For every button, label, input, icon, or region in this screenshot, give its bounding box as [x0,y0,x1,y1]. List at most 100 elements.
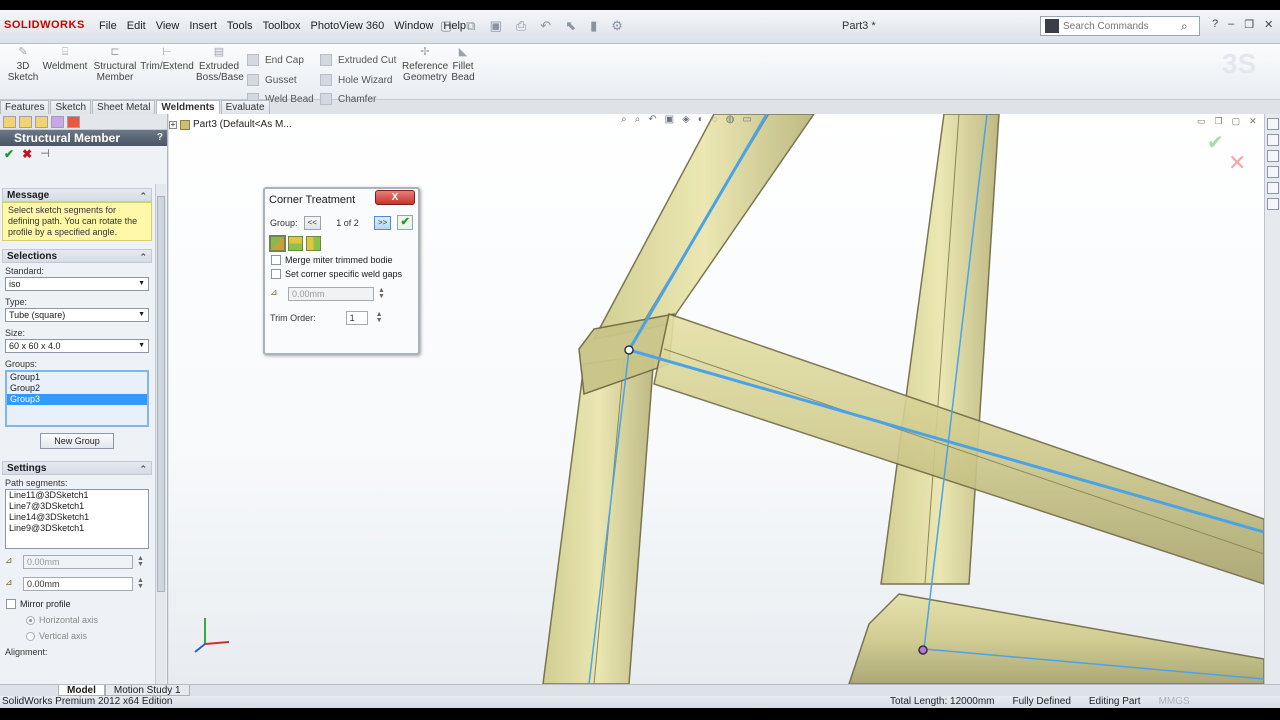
weld-gaps-checkbox[interactable] [271,269,281,279]
display-manager-icon[interactable] [67,116,80,128]
list-item[interactable]: Line14@3DSketch1 [6,512,148,523]
confirmation-ok-icon[interactable]: ✔ [1207,130,1224,155]
selections-group-title[interactable]: Selections ⌃ [2,249,152,263]
scrollbar-thumb[interactable] [157,196,165,592]
scene-icon[interactable]: ▭ [743,114,752,125]
collapse-icon[interactable]: ⌃ [139,462,147,476]
rebuild-icon[interactable]: ▮ [590,18,597,34]
display-style-icon[interactable]: ◐ [698,114,704,125]
undo-icon[interactable]: ↶ [540,18,551,34]
units-label[interactable]: MMGS [1159,696,1190,708]
corner-gap-input[interactable]: 0.00mm [288,287,374,301]
close-icon[interactable]: ✕ [1264,18,1273,31]
property-manager-scrollbar[interactable] [155,184,166,684]
feature-manager-icon[interactable] [3,116,16,128]
weldment-button[interactable]: ⌸ Weldment [42,47,88,73]
menu-window[interactable]: Window [389,20,438,32]
settings-group-title[interactable]: Settings ⌃ [2,461,152,475]
menu-toolbox[interactable]: Toolbox [258,20,306,32]
tab-features[interactable]: Features [0,100,50,114]
custom-properties-icon[interactable] [1267,198,1279,210]
sketch-point[interactable] [918,645,928,655]
configuration-manager-icon[interactable] [35,116,48,128]
section-view-icon[interactable]: ▣ [665,114,674,125]
list-item[interactable]: Group2 [7,383,147,394]
structural-member-button[interactable]: ⊏ Structural Member [92,47,138,84]
appearances-icon[interactable] [1267,182,1279,194]
mirror-profile-row[interactable]: Mirror profile [0,591,154,609]
merge-miter-row[interactable]: Merge miter trimmed bodie [265,255,418,265]
tab-evaluate[interactable]: Evaluate [220,100,270,114]
apply-check-icon[interactable]: ✔ [397,215,413,230]
search-input[interactable] [1063,20,1181,32]
tab-sketch[interactable]: Sketch [50,100,92,114]
tube-member[interactable] [592,114,815,341]
mirror-profile-checkbox[interactable] [6,599,16,609]
view-palette-icon[interactable] [1267,166,1279,178]
standard-select[interactable]: iso ▼ [5,277,149,291]
help-icon[interactable]: ? [157,130,163,146]
cancel-x-icon[interactable]: ✖ [22,147,32,161]
list-item[interactable]: Line11@3DSketch1 [6,490,148,501]
spin-arrows-icon[interactable]: ▲ ▼ [378,287,385,300]
options-icon[interactable]: ⚙ [611,18,623,34]
feature-tree-flyout[interactable]: + Part3 (Default<As M... [169,119,292,130]
extruded-cut-button[interactable]: Extruded Cut [320,54,396,66]
graphics-area[interactable]: + Part3 (Default<As M... ⌕ ⌕ ↶ ▣ ◈ ◐ ◌ ◍… [169,114,1264,684]
end-butt2-icon[interactable] [306,236,321,251]
trim-extend-button[interactable]: ⊢ Trim/Extend [140,47,194,73]
dialog-close-button[interactable]: X [375,190,415,205]
maximize-icon[interactable]: ▢ [1232,116,1241,127]
restore-icon[interactable]: ❐ [1244,18,1254,31]
extruded-boss-button[interactable]: ▤ Extruded Boss/Base [196,47,244,84]
menu-insert[interactable]: Insert [184,20,222,32]
restore-icon[interactable]: ❐ [1215,116,1223,127]
print-icon[interactable]: ⎙ [516,18,526,34]
save-icon[interactable]: ▣ [490,18,502,34]
list-item[interactable]: Group3 [7,394,147,405]
new-icon[interactable]: ▢ [440,18,452,34]
tube-member[interactable] [848,593,1264,684]
sketch3d-button[interactable]: ✎ 3D Sketch [6,47,40,84]
help-dropdown-icon[interactable]: ? [1212,18,1218,31]
appearance-icon[interactable]: ◍ [726,114,735,125]
end-miter-icon[interactable] [269,235,286,252]
tab-sheet-metal[interactable]: Sheet Metal [92,100,156,114]
menu-view[interactable]: View [151,20,185,32]
next-group-button[interactable]: >> [373,215,392,230]
zoom-area-icon[interactable]: ⌕ [635,114,641,125]
ok-check-icon[interactable]: ✔ [4,147,14,161]
weld-gaps-row[interactable]: Set corner specific weld gaps [265,265,418,279]
type-select[interactable]: Tube (square) ▼ [5,308,149,322]
gap-input-1[interactable]: 0.00mm [23,555,133,569]
list-item[interactable]: Line7@3DSketch1 [6,501,148,512]
spin-arrows-icon[interactable]: ▲ ▼ [137,555,144,568]
previous-view-icon[interactable]: ↶ [648,114,656,125]
spin-arrows-icon[interactable]: ▲ ▼ [137,577,144,590]
zoom-to-fit-icon[interactable]: ⌕ [621,114,627,125]
minimize-icon[interactable]: – [1228,18,1234,31]
file-explorer-icon[interactable] [1267,150,1279,162]
tab-weldments[interactable]: Weldments [156,100,220,114]
search-icon[interactable]: ⌕ [1181,19,1188,34]
dialog-title-bar[interactable]: Corner Treatment X [265,189,418,211]
sketch-point[interactable] [624,345,634,355]
hide-show-icon[interactable]: ◌ [712,114,718,125]
trim-order-input[interactable]: 1 [345,311,368,325]
size-select[interactable]: 60 x 60 x 4.0 ▼ [5,339,149,353]
list-item[interactable]: Group1 [7,372,147,383]
vertical-axis-row[interactable]: Vertical axis [0,625,154,641]
menu-tools[interactable]: Tools [222,20,258,32]
list-item[interactable]: Line9@3DSketch1 [6,523,148,534]
select-icon[interactable]: ⬉ [565,18,576,34]
reference-geometry-button[interactable]: ✢ Reference Geometry [402,47,448,84]
hole-wizard-button[interactable]: Hole Wizard [320,74,392,86]
design-library-icon[interactable] [1267,134,1279,146]
previous-group-button[interactable]: << [303,215,322,230]
confirmation-cancel-icon[interactable]: ✕ [1228,150,1246,176]
collapse-icon[interactable]: ⌃ [139,189,147,203]
merge-miter-checkbox[interactable] [271,255,281,265]
end-butt1-icon[interactable] [288,236,303,251]
home-icon[interactable] [1267,118,1279,130]
horizontal-axis-row[interactable]: Horizontal axis [0,609,154,625]
